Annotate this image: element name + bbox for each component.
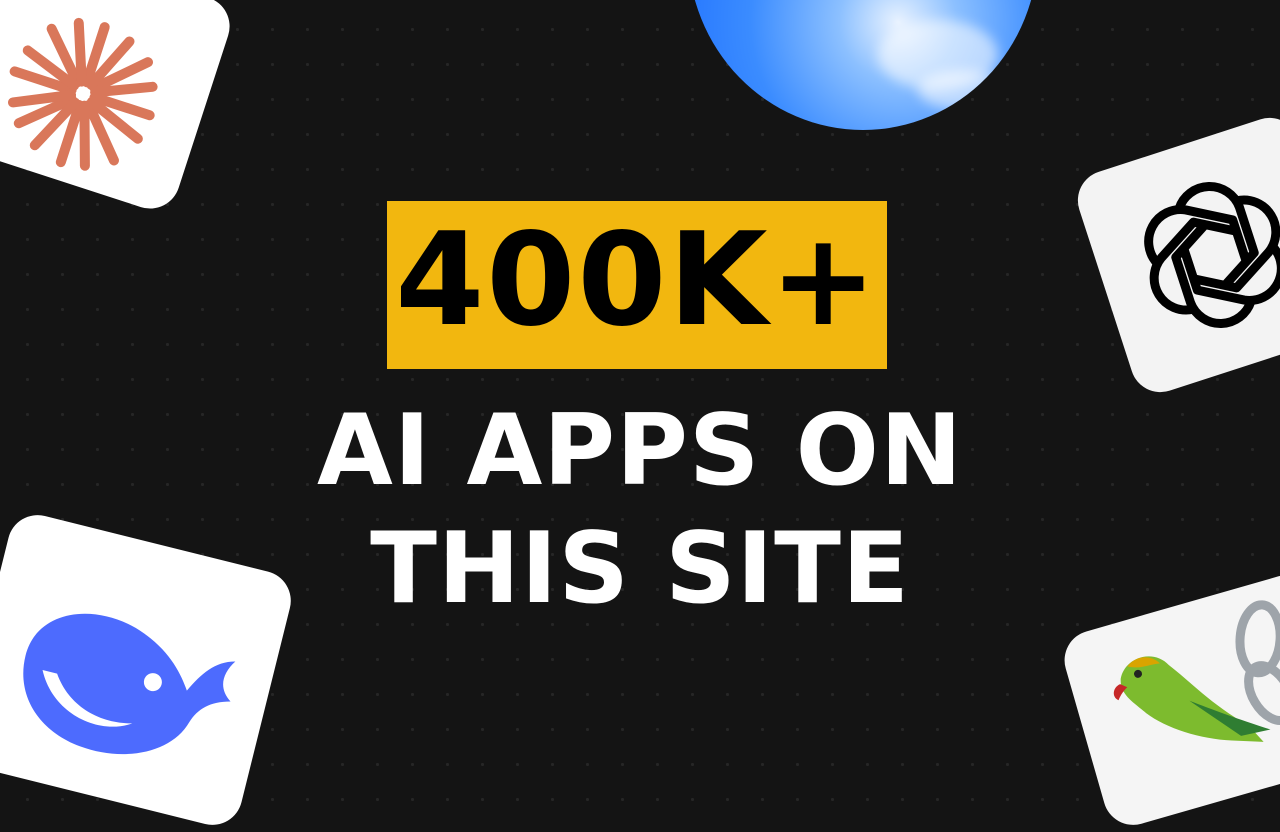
parrot-chain-logo-icon: [1113, 600, 1280, 742]
subline-text-line-1: AI APPS ON: [317, 394, 963, 508]
openai-knot-logo-icon: [1144, 182, 1280, 328]
subline-text-line-2: THIS SITE: [370, 512, 910, 626]
headline-badge: 400K+: [387, 201, 887, 369]
headline-count: 400K+: [395, 206, 879, 355]
sunburst-logo-icon: [7, 17, 158, 171]
openai-logo-tile: [1070, 110, 1280, 400]
blue-orb-logo-icon: [688, 0, 1038, 130]
sunburst-logo-tile: [0, 0, 238, 217]
